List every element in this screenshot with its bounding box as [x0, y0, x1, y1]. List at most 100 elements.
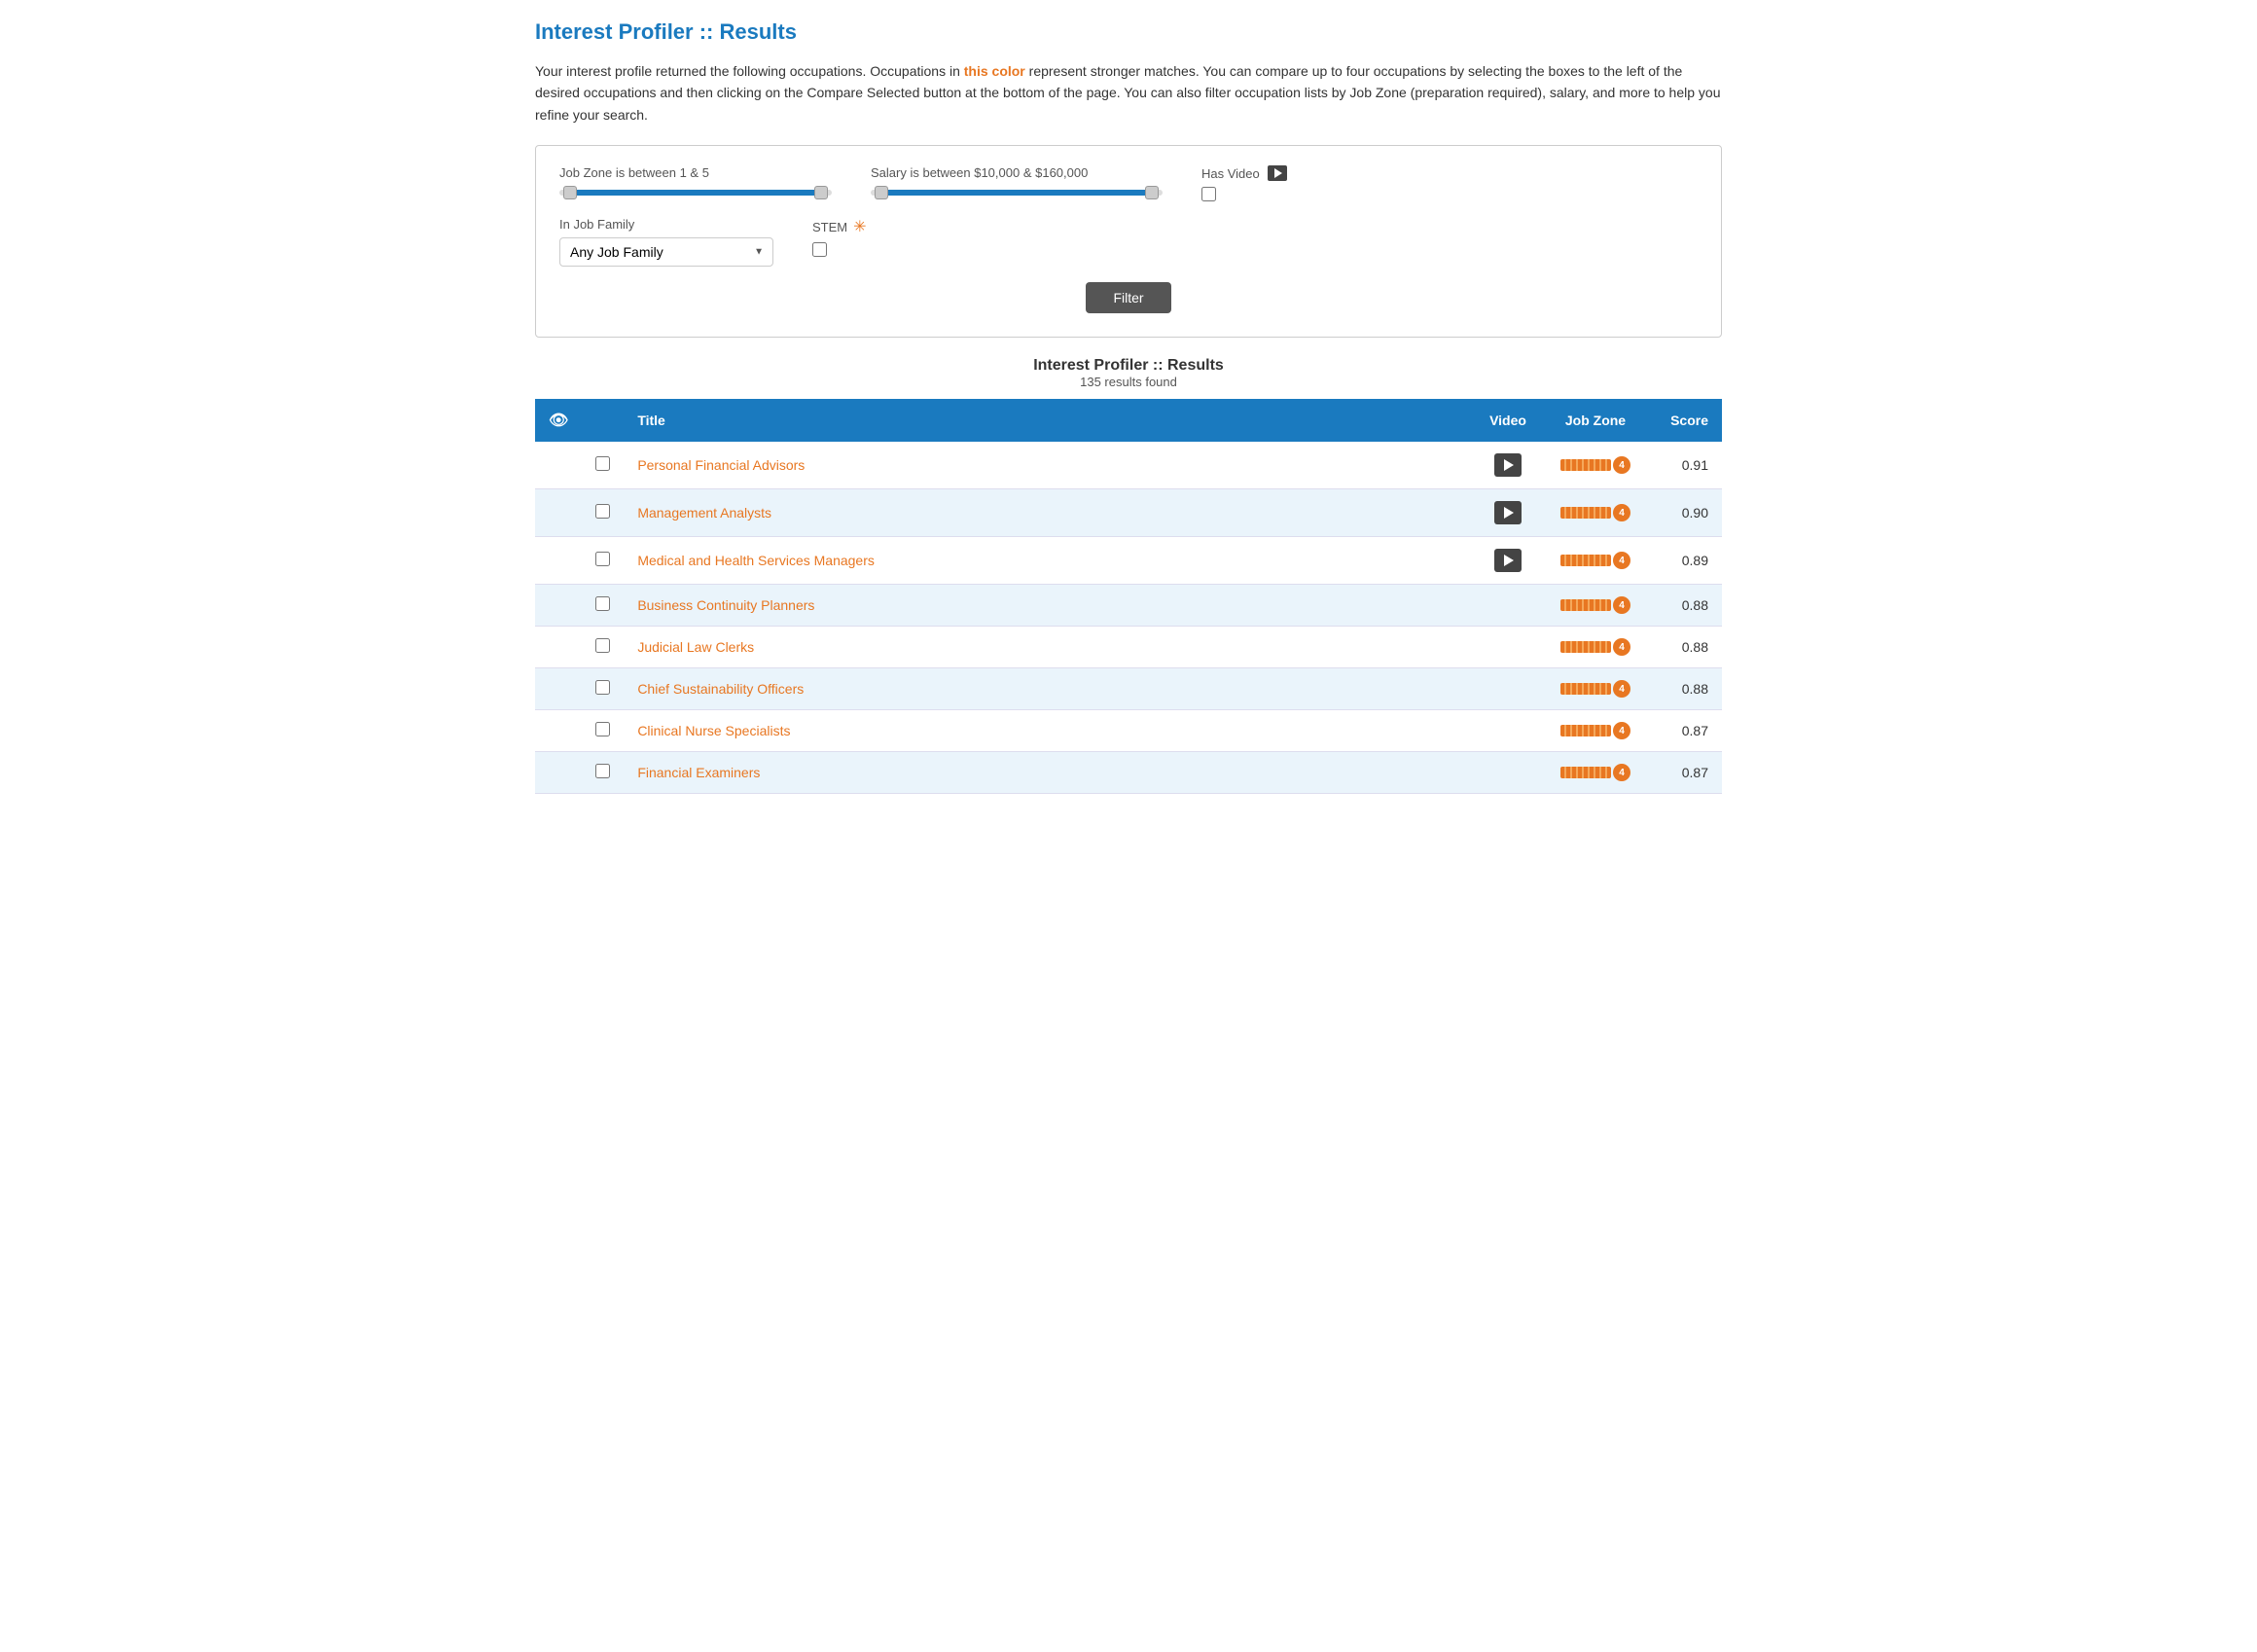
row-title-cell: Medical and Health Services Managers — [624, 537, 1469, 585]
table-row: Clinical Nurse Specialists40.87 — [535, 710, 1722, 752]
row-eye-cell — [535, 668, 582, 710]
row-score-cell: 0.90 — [1644, 489, 1722, 537]
row-checkbox[interactable] — [595, 596, 610, 611]
job-zone-badge: 4 — [1613, 764, 1630, 781]
occupation-link[interactable]: Financial Examiners — [637, 765, 760, 780]
row-checkbox-cell — [582, 585, 624, 627]
occupation-link[interactable]: Judicial Law Clerks — [637, 639, 754, 655]
stem-filter: STEM ✳ — [812, 217, 867, 257]
job-zone-badge: 4 — [1613, 504, 1630, 521]
row-checkbox[interactable] — [595, 552, 610, 566]
row-jobzone-cell: 4 — [1547, 537, 1644, 585]
row-score-cell: 0.89 — [1644, 537, 1722, 585]
row-jobzone-cell: 4 — [1547, 489, 1644, 537]
job-family-select-wrapper: Any Job Family — [559, 237, 773, 267]
row-checkbox-cell — [582, 627, 624, 668]
job-zone-slider-right[interactable] — [814, 186, 828, 199]
results-header: Interest Profiler :: Results 135 results… — [535, 357, 1722, 389]
table-header-row: 👁 Title Video Job Zone Score — [535, 399, 1722, 442]
row-checkbox[interactable] — [595, 638, 610, 653]
salary-filter: Salary is between $10,000 & $160,000 — [871, 165, 1163, 196]
stem-dots-icon: ✳ — [853, 217, 866, 236]
row-checkbox[interactable] — [595, 504, 610, 519]
page-title: Interest Profiler :: Results — [535, 19, 1722, 45]
col-header-video: Video — [1469, 399, 1547, 442]
row-jobzone-cell: 4 — [1547, 710, 1644, 752]
salary-label: Salary is between $10,000 & $160,000 — [871, 165, 1163, 180]
video-play-button[interactable] — [1494, 549, 1522, 572]
job-family-select[interactable]: Any Job Family — [559, 237, 773, 267]
job-zone-badge: 4 — [1613, 680, 1630, 698]
salary-slider-right[interactable] — [1145, 186, 1159, 199]
row-jobzone-cell: 4 — [1547, 627, 1644, 668]
occupation-link[interactable]: Management Analysts — [637, 505, 771, 521]
row-score-cell: 0.91 — [1644, 442, 1722, 489]
row-title-cell: Clinical Nurse Specialists — [624, 710, 1469, 752]
row-video-cell — [1469, 489, 1547, 537]
row-eye-cell — [535, 537, 582, 585]
col-header-eye: 👁 — [535, 399, 582, 442]
row-checkbox-cell — [582, 668, 624, 710]
occupation-link[interactable]: Personal Financial Advisors — [637, 457, 805, 473]
row-video-cell — [1469, 752, 1547, 794]
video-icon — [1268, 165, 1287, 181]
row-checkbox[interactable] — [595, 680, 610, 695]
row-checkbox-cell — [582, 442, 624, 489]
salary-slider-left[interactable] — [875, 186, 888, 199]
salary-slider[interactable] — [871, 190, 1163, 196]
intro-highlight: this color — [964, 63, 1025, 79]
row-title-cell: Financial Examiners — [624, 752, 1469, 794]
score-wave-bar — [1560, 555, 1611, 566]
job-zone-badge: 4 — [1613, 596, 1630, 614]
results-section-title: Interest Profiler :: Results — [535, 357, 1722, 375]
row-checkbox[interactable] — [595, 456, 610, 471]
score-wave-bar — [1560, 599, 1611, 611]
row-eye-cell — [535, 710, 582, 752]
job-family-filter: In Job Family Any Job Family — [559, 217, 773, 267]
table-row: Medical and Health Services Managers 4 0.8… — [535, 537, 1722, 585]
filter-button[interactable]: Filter — [1086, 282, 1170, 313]
row-video-cell — [1469, 585, 1547, 627]
row-checkbox[interactable] — [595, 722, 610, 736]
row-score-cell: 0.88 — [1644, 585, 1722, 627]
job-zone-slider-left[interactable] — [563, 186, 577, 199]
row-video-cell — [1469, 627, 1547, 668]
occupation-link[interactable]: Medical and Health Services Managers — [637, 553, 875, 568]
has-video-filter: Has Video — [1201, 165, 1287, 201]
score-wave-bar — [1560, 725, 1611, 736]
score-wave-bar — [1560, 767, 1611, 778]
job-zone-badge: 4 — [1613, 456, 1630, 474]
row-title-cell: Management Analysts — [624, 489, 1469, 537]
table-row: Financial Examiners 4 0.87 — [535, 752, 1722, 794]
intro-paragraph: Your interest profile returned the follo… — [535, 60, 1722, 126]
job-zone-badge: 4 — [1613, 722, 1630, 739]
stem-label-text: STEM — [812, 220, 847, 234]
col-header-title: Title — [624, 399, 1469, 442]
row-score-cell: 0.87 — [1644, 752, 1722, 794]
stem-checkbox[interactable] — [812, 242, 827, 257]
table-row: Business Continuity Planners 4 0.88 — [535, 585, 1722, 627]
score-wave-bar — [1560, 683, 1611, 695]
row-score-cell: 0.88 — [1644, 627, 1722, 668]
row-title-cell: Judicial Law Clerks — [624, 627, 1469, 668]
row-eye-cell — [535, 585, 582, 627]
occupation-link[interactable]: Clinical Nurse Specialists — [637, 723, 790, 738]
row-video-cell — [1469, 668, 1547, 710]
col-header-jobzone: Job Zone — [1547, 399, 1644, 442]
video-play-button[interactable] — [1494, 453, 1522, 477]
row-checkbox-cell — [582, 710, 624, 752]
job-zone-label: Job Zone is between 1 & 5 — [559, 165, 832, 180]
occupation-link[interactable]: Chief Sustainability Officers — [637, 681, 804, 697]
has-video-checkbox[interactable] — [1201, 187, 1216, 201]
job-zone-slider[interactable] — [559, 190, 832, 196]
row-video-cell — [1469, 710, 1547, 752]
row-title-cell: Business Continuity Planners — [624, 585, 1469, 627]
table-row: Personal Financial Advisors 4 0.91 — [535, 442, 1722, 489]
row-checkbox[interactable] — [595, 764, 610, 778]
video-play-button[interactable] — [1494, 501, 1522, 524]
occupation-link[interactable]: Business Continuity Planners — [637, 597, 814, 613]
row-jobzone-cell: 4 — [1547, 585, 1644, 627]
col-header-check — [582, 399, 624, 442]
row-video-cell — [1469, 442, 1547, 489]
job-zone-badge: 4 — [1613, 552, 1630, 569]
